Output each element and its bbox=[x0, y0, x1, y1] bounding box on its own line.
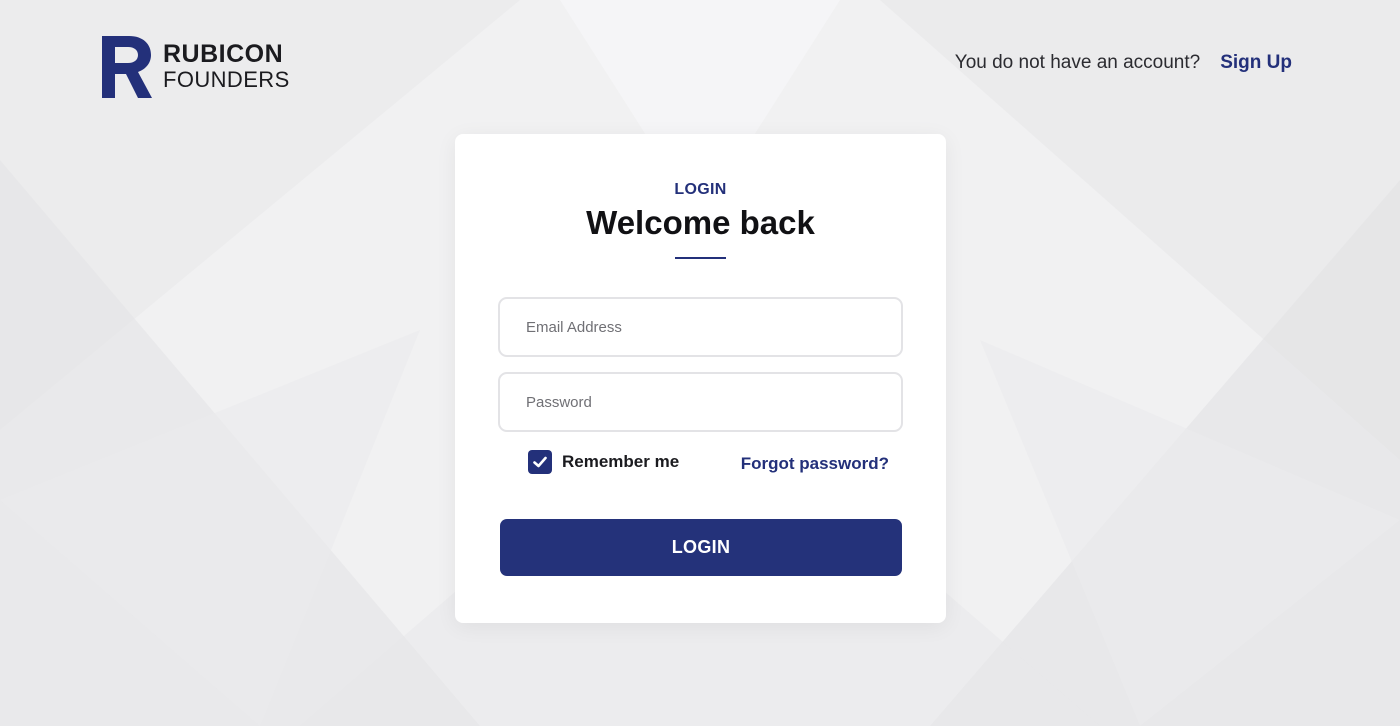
r-monogram-logo-icon bbox=[102, 36, 152, 98]
brand-name-line1: RUBICON bbox=[163, 40, 284, 68]
password-field[interactable] bbox=[498, 372, 903, 432]
brand-name-line2: FOUNDERS bbox=[163, 67, 290, 92]
signup-prompt-text: You do not have an account? bbox=[954, 52, 1201, 73]
signup-prompt-row: You do not have an account? Sign Up bbox=[955, 52, 1292, 74]
page-title: Welcome back bbox=[586, 204, 815, 241]
checkbox-checked[interactable] bbox=[528, 450, 552, 474]
login-card: LOGIN Welcome back Remember me Forgot pa… bbox=[455, 134, 946, 623]
checkmark-icon bbox=[533, 456, 547, 468]
brand-logo[interactable]: RUBICON FOUNDERS bbox=[102, 36, 290, 98]
top-bar: RUBICON FOUNDERS You do not have an acco… bbox=[0, 0, 1400, 120]
brand-wordmark: RUBICON FOUNDERS bbox=[163, 42, 290, 91]
title-divider bbox=[675, 257, 726, 259]
signup-link[interactable]: Sign Up bbox=[1220, 52, 1292, 74]
login-button[interactable]: LOGIN bbox=[500, 519, 902, 576]
remember-me-checkbox[interactable]: Remember me bbox=[528, 450, 679, 474]
forgot-password-link[interactable]: Forgot password? bbox=[741, 454, 889, 474]
login-eyebrow: LOGIN bbox=[674, 181, 727, 198]
email-field[interactable] bbox=[498, 297, 903, 357]
remember-me-label: Remember me bbox=[562, 452, 680, 471]
